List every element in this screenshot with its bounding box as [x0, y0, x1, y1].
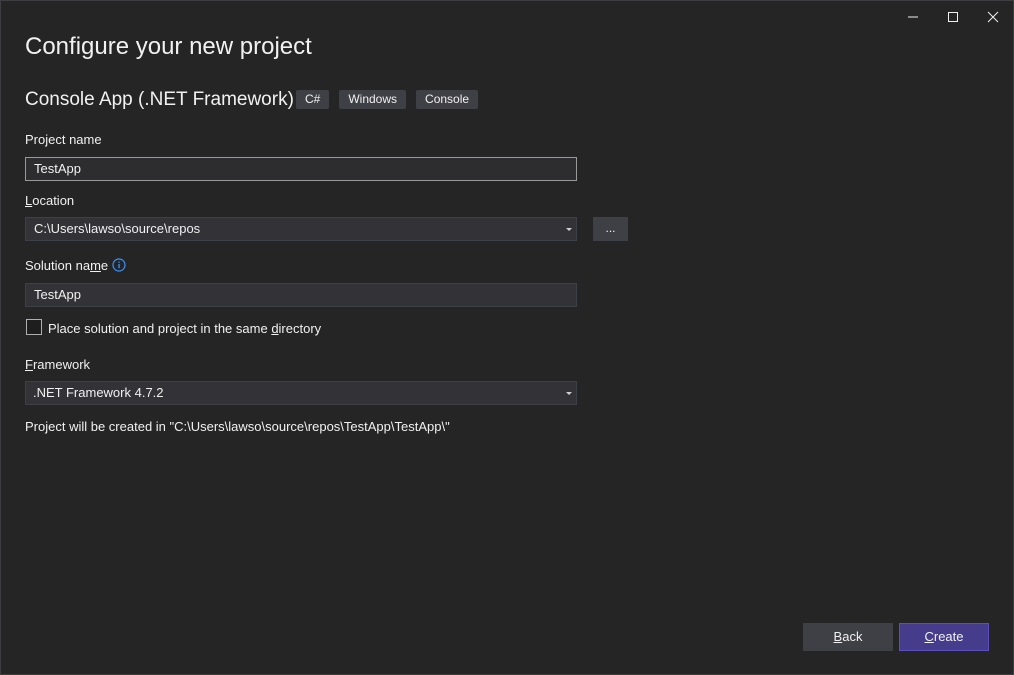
title-bar-controls — [893, 1, 1013, 33]
close-button[interactable] — [973, 1, 1013, 33]
close-icon — [987, 11, 999, 23]
same-directory-checkbox[interactable] — [26, 319, 42, 335]
chevron-down-icon — [566, 227, 572, 231]
framework-label: Framework — [25, 357, 91, 372]
location-value: C:\Users\lawso\source\repos — [34, 221, 201, 236]
solution-name-label: Solution name — [25, 258, 126, 275]
same-directory-label: Place solution and project in the same d… — [48, 321, 322, 336]
framework-dropdown[interactable]: .NET Framework 4.7.2 — [25, 381, 577, 405]
minimize-icon — [908, 16, 918, 18]
maximize-button[interactable] — [933, 1, 973, 33]
location-label: Location — [25, 193, 75, 208]
tag-platform: Windows — [339, 90, 407, 109]
location-dropdown[interactable]: C:\Users\lawso\source\repos — [25, 217, 577, 241]
page-title: Configure your new project — [25, 33, 312, 60]
browse-location-button[interactable]: ... — [593, 217, 628, 241]
chevron-down-icon — [566, 391, 572, 395]
template-tags: C# Windows Console — [296, 90, 479, 109]
tag-project-type: Console — [416, 90, 479, 109]
template-name: Console App (.NET Framework) — [25, 89, 294, 110]
info-icon[interactable] — [112, 258, 126, 275]
project-name-input[interactable]: TestApp — [25, 157, 577, 181]
solution-name-input[interactable]: TestApp — [25, 283, 577, 307]
configure-project-window: Configure your new project Console App (… — [0, 0, 1014, 675]
maximize-icon — [948, 12, 958, 22]
back-button[interactable]: Back — [803, 623, 893, 651]
tag-language: C# — [296, 90, 330, 109]
project-name-label: Project name — [25, 132, 102, 147]
creation-path-text: Project will be created in "C:\Users\law… — [25, 419, 450, 434]
framework-value: .NET Framework 4.7.2 — [33, 385, 164, 400]
create-button[interactable]: Create — [899, 623, 989, 651]
minimize-button[interactable] — [893, 1, 933, 33]
